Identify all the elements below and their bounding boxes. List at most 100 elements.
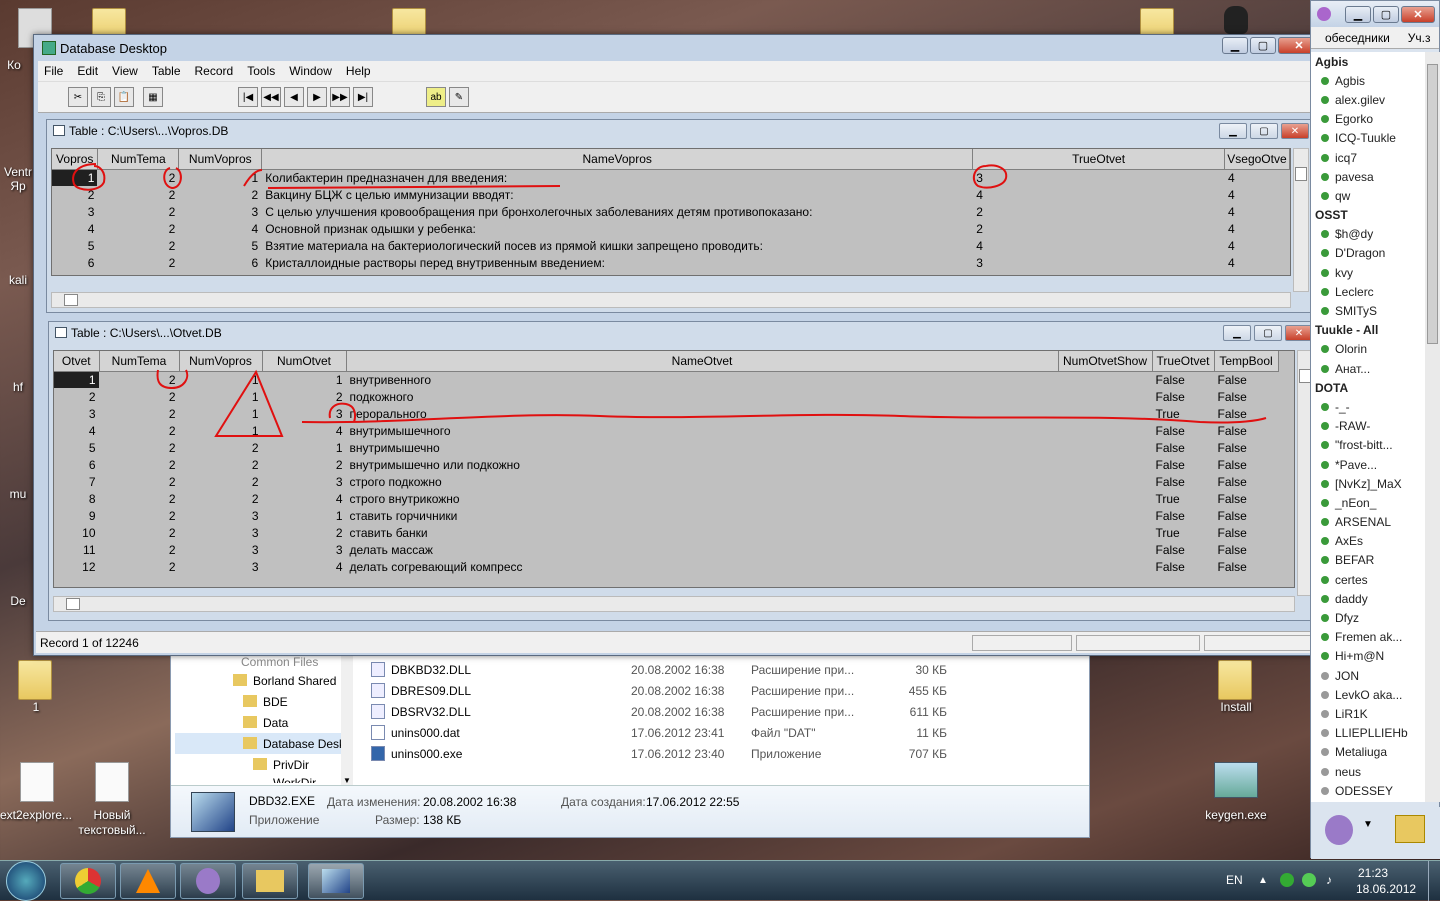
table-cell[interactable]: 2 — [54, 388, 99, 405]
clock-date[interactable]: 18.06.2012 — [1356, 882, 1416, 896]
table-cell[interactable]: 4 — [54, 422, 99, 439]
table-cell[interactable]: False — [1152, 388, 1214, 405]
show-desktop-button[interactable] — [1428, 861, 1440, 901]
table-row[interactable]: 11 2 3 3 делать массаж False False — [54, 541, 1278, 558]
table-cell[interactable]: 3 — [262, 541, 346, 558]
menu-tools[interactable]: Tools — [247, 64, 275, 78]
title-bar[interactable]: Database Desktop ▁ ▢ ✕ — [34, 35, 1326, 61]
table-cell[interactable]: False — [1214, 422, 1278, 439]
table-cell[interactable]: 6 — [179, 254, 262, 271]
table-cell[interactable]: 2 — [99, 456, 179, 473]
table-cell[interactable]: 2 — [98, 186, 179, 203]
column-header[interactable]: TrueOtvet — [972, 149, 1225, 170]
minimize-button[interactable]: ▁ — [1345, 5, 1371, 23]
table-cell[interactable]: False — [1152, 473, 1214, 490]
contact-item[interactable]: JON — [1311, 666, 1425, 685]
table-cell[interactable]: 2 — [52, 186, 98, 203]
table-cell[interactable]: ставить банки — [346, 524, 1058, 541]
table-row[interactable]: 1 2 1 1 внутривенного False False — [54, 371, 1278, 388]
next-record-icon[interactable]: ▶ — [307, 87, 327, 107]
contact-item[interactable]: certes — [1311, 570, 1425, 589]
contact-item[interactable]: Metaliuga — [1311, 743, 1425, 762]
maximize-button[interactable]: ▢ — [1373, 5, 1399, 23]
first-record-icon[interactable]: |◀ — [238, 87, 258, 107]
table-cell[interactable]: 2 — [179, 439, 262, 456]
paste-icon[interactable]: 📋 — [114, 87, 134, 107]
database-desktop-taskbar-button[interactable] — [308, 863, 364, 899]
minimize-button[interactable]: ▁ — [1219, 123, 1247, 139]
contact-group-header[interactable]: Tuukle - All — [1311, 321, 1425, 340]
inner-title-bar[interactable]: Table : C:\Users\...\Otvet.DB ▁ ▢ ✕ — [49, 322, 1317, 344]
contact-item[interactable]: "frost-bitt... — [1311, 436, 1425, 455]
contact-item[interactable]: ODESSEY — [1311, 781, 1425, 800]
table-cell[interactable]: 2 — [99, 388, 179, 405]
clock-time[interactable]: 21:23 — [1358, 866, 1388, 880]
table-cell[interactable]: 4 — [1224, 220, 1289, 237]
table-cell[interactable]: Колибактерин предназначен для введения: — [262, 169, 973, 186]
table-cell[interactable]: 3 — [179, 524, 262, 541]
table-cell[interactable]: 2 — [99, 473, 179, 490]
copy-icon[interactable]: ⎘ — [91, 87, 111, 107]
table-cell[interactable]: 10 — [54, 524, 99, 541]
table-cell[interactable] — [1058, 507, 1152, 524]
table-cell[interactable]: 3 — [179, 558, 262, 575]
tray-icon[interactable] — [1280, 873, 1294, 887]
table-cell[interactable]: 2 — [262, 456, 346, 473]
table-cell[interactable]: 4 — [262, 490, 346, 507]
file-row[interactable]: DBRES09.DLL 20.08.2002 16:38 Расширение пр… — [371, 680, 1091, 701]
table-cell[interactable]: строго внутрикожно — [346, 490, 1058, 507]
menu-edit[interactable]: Edit — [77, 64, 98, 78]
table-cell[interactable]: 11 — [54, 541, 99, 558]
menu-view[interactable]: View — [112, 64, 138, 78]
table-cell[interactable]: 4 — [1224, 237, 1289, 254]
table-cell[interactable]: 3 — [973, 254, 1225, 271]
table-cell[interactable]: False — [1152, 439, 1214, 456]
desktop-icon-ext2explore[interactable] — [20, 762, 54, 802]
table-cell[interactable]: перорального — [346, 405, 1058, 422]
minimize-button[interactable]: ▁ — [1223, 325, 1251, 341]
table-cell[interactable]: False — [1214, 388, 1278, 405]
table-cell[interactable]: 2 — [98, 254, 179, 271]
column-header[interactable]: VsegoOtve — [1224, 149, 1290, 170]
column-header[interactable]: TempBool — [1214, 351, 1279, 372]
table-cell[interactable]: 4 — [52, 220, 98, 237]
table-cell[interactable] — [1058, 490, 1152, 507]
table-cell[interactable]: Вакцину БЦЖ с целью иммунизации вводят: — [262, 186, 973, 203]
table-cell[interactable]: 1 — [179, 169, 262, 186]
table-cell[interactable] — [1058, 371, 1152, 388]
contact-item[interactable]: *Pave... — [1311, 455, 1425, 474]
table-cell[interactable]: 2 — [99, 405, 179, 422]
prev-set-icon[interactable]: ◀◀ — [261, 87, 281, 107]
qip-taskbar-button[interactable] — [180, 863, 236, 899]
table-cell[interactable]: 2 — [973, 220, 1225, 237]
contact-item[interactable]: qw — [1311, 186, 1425, 205]
menu-table[interactable]: Table — [152, 64, 181, 78]
table-cell[interactable]: 4 — [1224, 186, 1289, 203]
contact-item[interactable]: D'Dragon — [1311, 244, 1425, 263]
table-cell[interactable]: 3 — [262, 405, 346, 422]
tab-accounts[interactable]: Уч.з — [1408, 31, 1431, 45]
tree-scrollbar[interactable]: ▼ — [341, 641, 353, 785]
column-header[interactable]: Otvet — [54, 351, 100, 372]
table-cell[interactable]: 5 — [54, 439, 99, 456]
table-row[interactable]: 7 2 2 3 строго подкожно False False — [54, 473, 1278, 490]
table-row[interactable]: 2 2 1 2 подкожного False False — [54, 388, 1278, 405]
table-cell[interactable]: 5 — [179, 237, 262, 254]
table-cell[interactable] — [1058, 541, 1152, 558]
table-cell[interactable]: С целью улучшения кровообращения при бро… — [262, 203, 973, 220]
table-cell[interactable] — [1058, 439, 1152, 456]
table-cell[interactable]: 4 — [973, 237, 1225, 254]
table-cell[interactable]: внутривенного — [346, 371, 1058, 388]
column-header[interactable]: Vopros — [52, 149, 99, 170]
contact-group-header[interactable]: OSST — [1311, 206, 1425, 225]
file-row[interactable]: unins000.dat 17.06.2012 23:41 Файл "DAT" 11… — [371, 722, 1091, 743]
tree-item-database-desktop[interactable]: Database Desk — [263, 737, 345, 751]
table-cell[interactable]: 1 — [262, 507, 346, 524]
table-cell[interactable]: 1 — [262, 439, 346, 456]
table-cell[interactable] — [1058, 388, 1152, 405]
table-row[interactable]: 5 2 5 Взятие материала на бактериологически… — [52, 237, 1290, 254]
table-cell[interactable]: 8 — [54, 490, 99, 507]
table-cell[interactable]: 1 — [262, 371, 346, 388]
table-cell[interactable]: True — [1152, 490, 1214, 507]
table-cell[interactable] — [1058, 456, 1152, 473]
